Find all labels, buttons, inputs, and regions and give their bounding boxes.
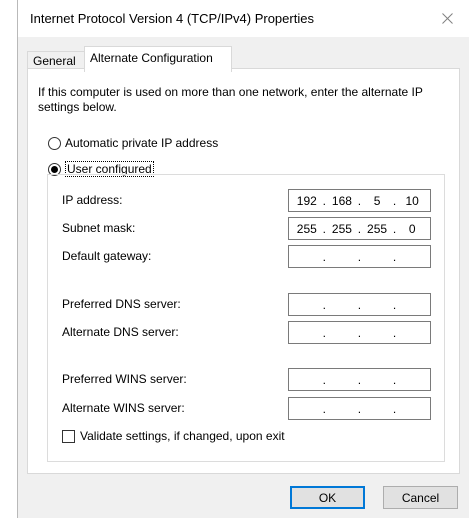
alternate-wins-field[interactable]: . . .	[288, 397, 431, 420]
preferred-wins-field[interactable]: . . .	[288, 368, 431, 391]
title-bar[interactable]: Internet Protocol Version 4 (TCP/IPv4) P…	[18, 0, 469, 37]
octet-4[interactable]: 10	[399, 194, 425, 208]
description-text: If this computer is used on more than on…	[38, 85, 423, 114]
automatic-ip-label: Automatic private IP address	[65, 136, 219, 150]
radio-circle	[48, 136, 61, 150]
octet-2[interactable]: 255	[329, 222, 355, 236]
default-gateway-field[interactable]: . . .	[288, 245, 431, 268]
alternate-dns-field[interactable]: . . .	[288, 321, 431, 344]
validate-checkbox-row[interactable]: Validate settings, if changed, upon exit	[62, 429, 285, 443]
subnet-mask-label: Subnet mask:	[62, 221, 136, 235]
octet-3[interactable]: 5	[364, 194, 390, 208]
properties-dialog: Internet Protocol Version 4 (TCP/IPv4) P…	[17, 0, 469, 518]
preferred-dns-label: Preferred DNS server:	[62, 297, 181, 311]
octet-4[interactable]: 0	[399, 222, 425, 236]
octet-3[interactable]: 255	[364, 222, 390, 236]
close-icon	[441, 13, 453, 24]
validate-label: Validate settings, if changed, upon exit	[80, 429, 285, 443]
ip-address-field[interactable]: 192. 168. 5. 10	[288, 189, 431, 212]
window-title: Internet Protocol Version 4 (TCP/IPv4) P…	[30, 11, 314, 26]
octet-1[interactable]: 255	[294, 222, 320, 236]
preferred-dns-field[interactable]: . . .	[288, 293, 431, 316]
default-gateway-label: Default gateway:	[62, 249, 152, 263]
ip-address-label: IP address:	[62, 193, 123, 207]
validate-checkbox[interactable]	[62, 429, 75, 443]
user-configured-group: IP address: 192. 168. 5. 10 Subnet mask:…	[47, 174, 445, 462]
alternate-wins-label: Alternate WINS server:	[62, 401, 185, 415]
octet-1[interactable]: 192	[294, 194, 320, 208]
automatic-ip-radio[interactable]: Automatic private IP address	[48, 136, 218, 150]
alternate-dns-label: Alternate DNS server:	[62, 325, 179, 339]
cancel-button[interactable]: Cancel	[383, 486, 458, 509]
tab-panel: If this computer is used on more than on…	[27, 68, 460, 474]
close-button[interactable]	[424, 0, 469, 37]
preferred-wins-label: Preferred WINS server:	[62, 372, 187, 386]
octet-2[interactable]: 168	[329, 194, 355, 208]
tab-strip: General Alternate Configuration	[18, 37, 469, 72]
ok-button[interactable]: OK	[290, 486, 365, 509]
subnet-mask-field[interactable]: 255. 255. 255. 0	[288, 217, 431, 240]
tab-alternate-configuration[interactable]: Alternate Configuration	[84, 46, 232, 72]
